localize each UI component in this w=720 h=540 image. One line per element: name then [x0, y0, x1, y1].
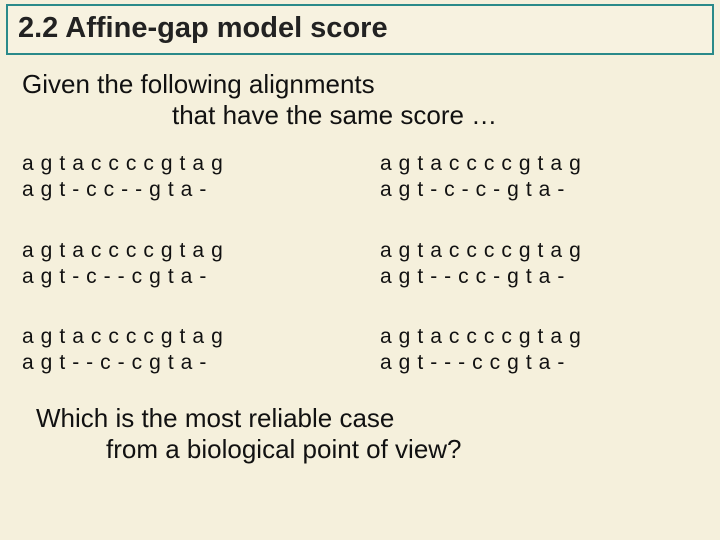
alignment-pair: agtaccccgtag agt--cc-gta- [380, 238, 698, 291]
alignment-pair: agtaccccgtag agt---ccgta- [380, 324, 698, 377]
alignment-grid: agtaccccgtag agt-cc--gta- agtaccccgtag a… [6, 151, 714, 377]
alignment-seq-top: agtaccccgtag [380, 325, 588, 348]
alignment-seq-top: agtaccccgtag [22, 152, 230, 175]
alignment-seq-bottom: agt-c-c-gta- [380, 178, 571, 201]
intro-line-1: Given the following alignments [22, 69, 706, 100]
alignment-seq-top: agtaccccgtag [22, 239, 230, 262]
slide-title: 2.2 Affine-gap model score [18, 12, 702, 45]
alignment-pair: agtaccccgtag agt--c-cgta- [22, 324, 340, 377]
alignment-pair: agtaccccgtag agt-c-c-gta- [380, 151, 698, 204]
footer-line-2: from a biological point of view? [36, 434, 704, 465]
slide: 2.2 Affine-gap model score Given the fol… [0, 0, 720, 540]
intro-block: Given the following alignments that have… [6, 69, 714, 131]
intro-line-2: that have the same score … [22, 100, 706, 131]
alignment-seq-bottom: agt---ccgta- [380, 351, 571, 374]
alignment-seq-top: agtaccccgtag [380, 239, 588, 262]
alignment-pair: agtaccccgtag agt-cc--gta- [22, 151, 340, 204]
footer-block: Which is the most reliable case from a b… [6, 403, 714, 465]
footer-line-1: Which is the most reliable case [36, 403, 704, 434]
alignment-seq-bottom: agt-cc--gta- [22, 178, 213, 201]
alignment-seq-bottom: agt--cc-gta- [380, 265, 571, 288]
alignment-seq-bottom: agt-c--cgta- [22, 265, 213, 288]
alignment-seq-top: agtaccccgtag [380, 152, 588, 175]
alignment-seq-bottom: agt--c-cgta- [22, 351, 213, 374]
alignment-pair: agtaccccgtag agt-c--cgta- [22, 238, 340, 291]
alignment-seq-top: agtaccccgtag [22, 325, 230, 348]
title-box: 2.2 Affine-gap model score [6, 4, 714, 55]
